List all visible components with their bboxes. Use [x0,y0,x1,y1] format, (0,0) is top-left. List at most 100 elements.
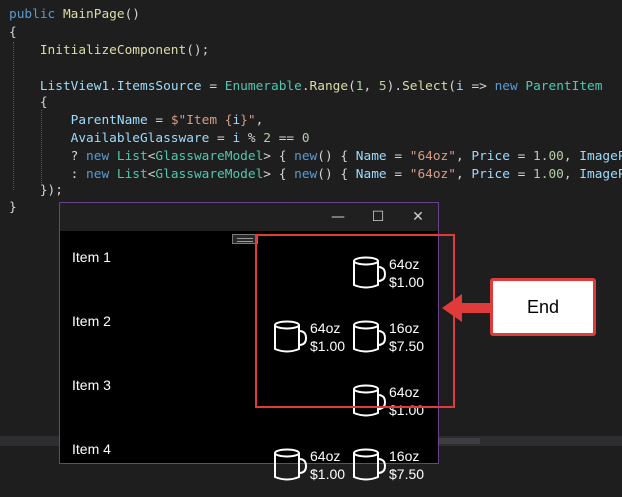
code-line: } [9,199,17,217]
item-label: Item 2 [72,313,111,329]
code-token: Name [355,167,387,182]
glassware-item[interactable]: 16oz $7.50 [351,447,451,497]
code-token: 0 [301,131,310,146]
code-token: = [509,149,534,164]
highlight-box [255,234,455,408]
code-token: Name [355,149,387,164]
code-token: List [116,149,148,164]
code-token: new [86,167,117,182]
minimize-button[interactable]: — [318,203,358,231]
code-token: , [455,149,472,164]
code-token: List [116,167,148,182]
code-line: ParentName = $"Item {i}", [9,112,264,130]
code-token: 1.00 [533,167,564,182]
code-token: 1 [355,79,364,94]
item-label: Item 3 [72,377,111,393]
code-line: ListView1.ItemsSource = Enumerable.Range… [9,78,603,96]
code-token: , [455,167,472,182]
code-token: () { [317,149,356,164]
code-token: > { [263,167,295,182]
code-token: Select [402,79,449,94]
code-token: () [124,7,140,22]
glassware-name: 16oz [389,448,420,464]
code-token: % [240,131,264,146]
code-token: Price [471,149,510,164]
code-token: i [232,131,241,146]
code-token: 1.00 [533,149,564,164]
end-callout: End [490,278,596,336]
code-token: ListView1 [39,79,110,94]
code-token: "64oz" [409,149,456,164]
code-token: , [563,167,580,182]
code-token: }" [240,113,256,128]
code-line: InitializeComponent(); [9,42,210,60]
code-token: ImagePa [579,167,622,182]
code-token: ( [348,79,356,94]
maximize-icon: ☐ [371,209,385,225]
code-token: { [9,95,48,110]
code-token: ). [386,79,403,94]
code-line: AvailableGlassware = i % 2 == 0 [9,130,310,148]
code-token: . [109,79,117,94]
item-label: Item 1 [72,249,111,265]
code-token: : [9,167,87,182]
code-token: public [9,7,63,22]
code-token: MainPage [62,7,125,22]
code-token: = [509,167,534,182]
code-token: { [9,25,17,40]
code-token: Range [309,79,349,94]
code-token: = [386,167,410,182]
code-token: ParentName [70,113,148,128]
code-token: new [294,167,318,182]
code-token: Price [471,167,510,182]
maximize-button[interactable]: ☐ [358,203,398,231]
code-token: ( [448,79,457,94]
code-token: ItemsSource [116,79,202,94]
code-token: "64oz" [409,167,456,182]
code-token: }); [9,183,63,198]
code-token: = [147,113,171,128]
code-line: : new List<GlasswareModel> { new() { Nam… [9,166,622,184]
code-line: public MainPage() [9,6,140,24]
minimize-icon: — [331,209,345,225]
code-token: ImagePa [579,149,622,164]
glassware-price: $1.00 [310,466,346,482]
close-icon: ✕ [412,209,424,225]
code-token: => [463,79,495,94]
code-token: i [232,113,241,128]
code-token: $"Item { [170,113,233,128]
code-token: new [294,149,318,164]
code-line: }); [9,182,63,200]
glassware-price: $7.50 [389,466,425,482]
code-token: GlasswareModel [155,149,264,164]
code-token: } [9,200,17,215]
code-token: = [209,131,233,146]
code-line: { [9,24,17,42]
close-button[interactable]: ✕ [398,203,438,231]
code-line: ? new List<GlasswareModel> { new() { Nam… [9,148,622,166]
code-token: AvailableGlassware [70,131,210,146]
indent-guide [41,110,42,185]
code-token: i [456,79,464,94]
code-token: , [363,79,379,94]
code-token: Enumerable [224,79,302,94]
code-token: new [86,149,117,164]
title-bar[interactable]: — ☐ ✕ [60,203,438,231]
glassware-name: 64oz [310,448,341,464]
code-token: ParentItem [525,79,603,94]
code-token: > { [263,149,295,164]
code-token: InitializeComponent [39,43,187,58]
code-token: () { [317,167,356,182]
code-token: == [271,131,302,146]
code-token: 2 [263,131,272,146]
code-token: (); [186,43,210,58]
code-token: . [301,79,310,94]
code-editor[interactable]: public MainPage(){ InitializeComponent()… [0,0,622,220]
code-token: new [494,79,526,94]
item-label: Item 4 [72,441,111,457]
indent-guide [13,42,14,190]
code-token: = [386,149,410,164]
code-token: ? [9,149,87,164]
